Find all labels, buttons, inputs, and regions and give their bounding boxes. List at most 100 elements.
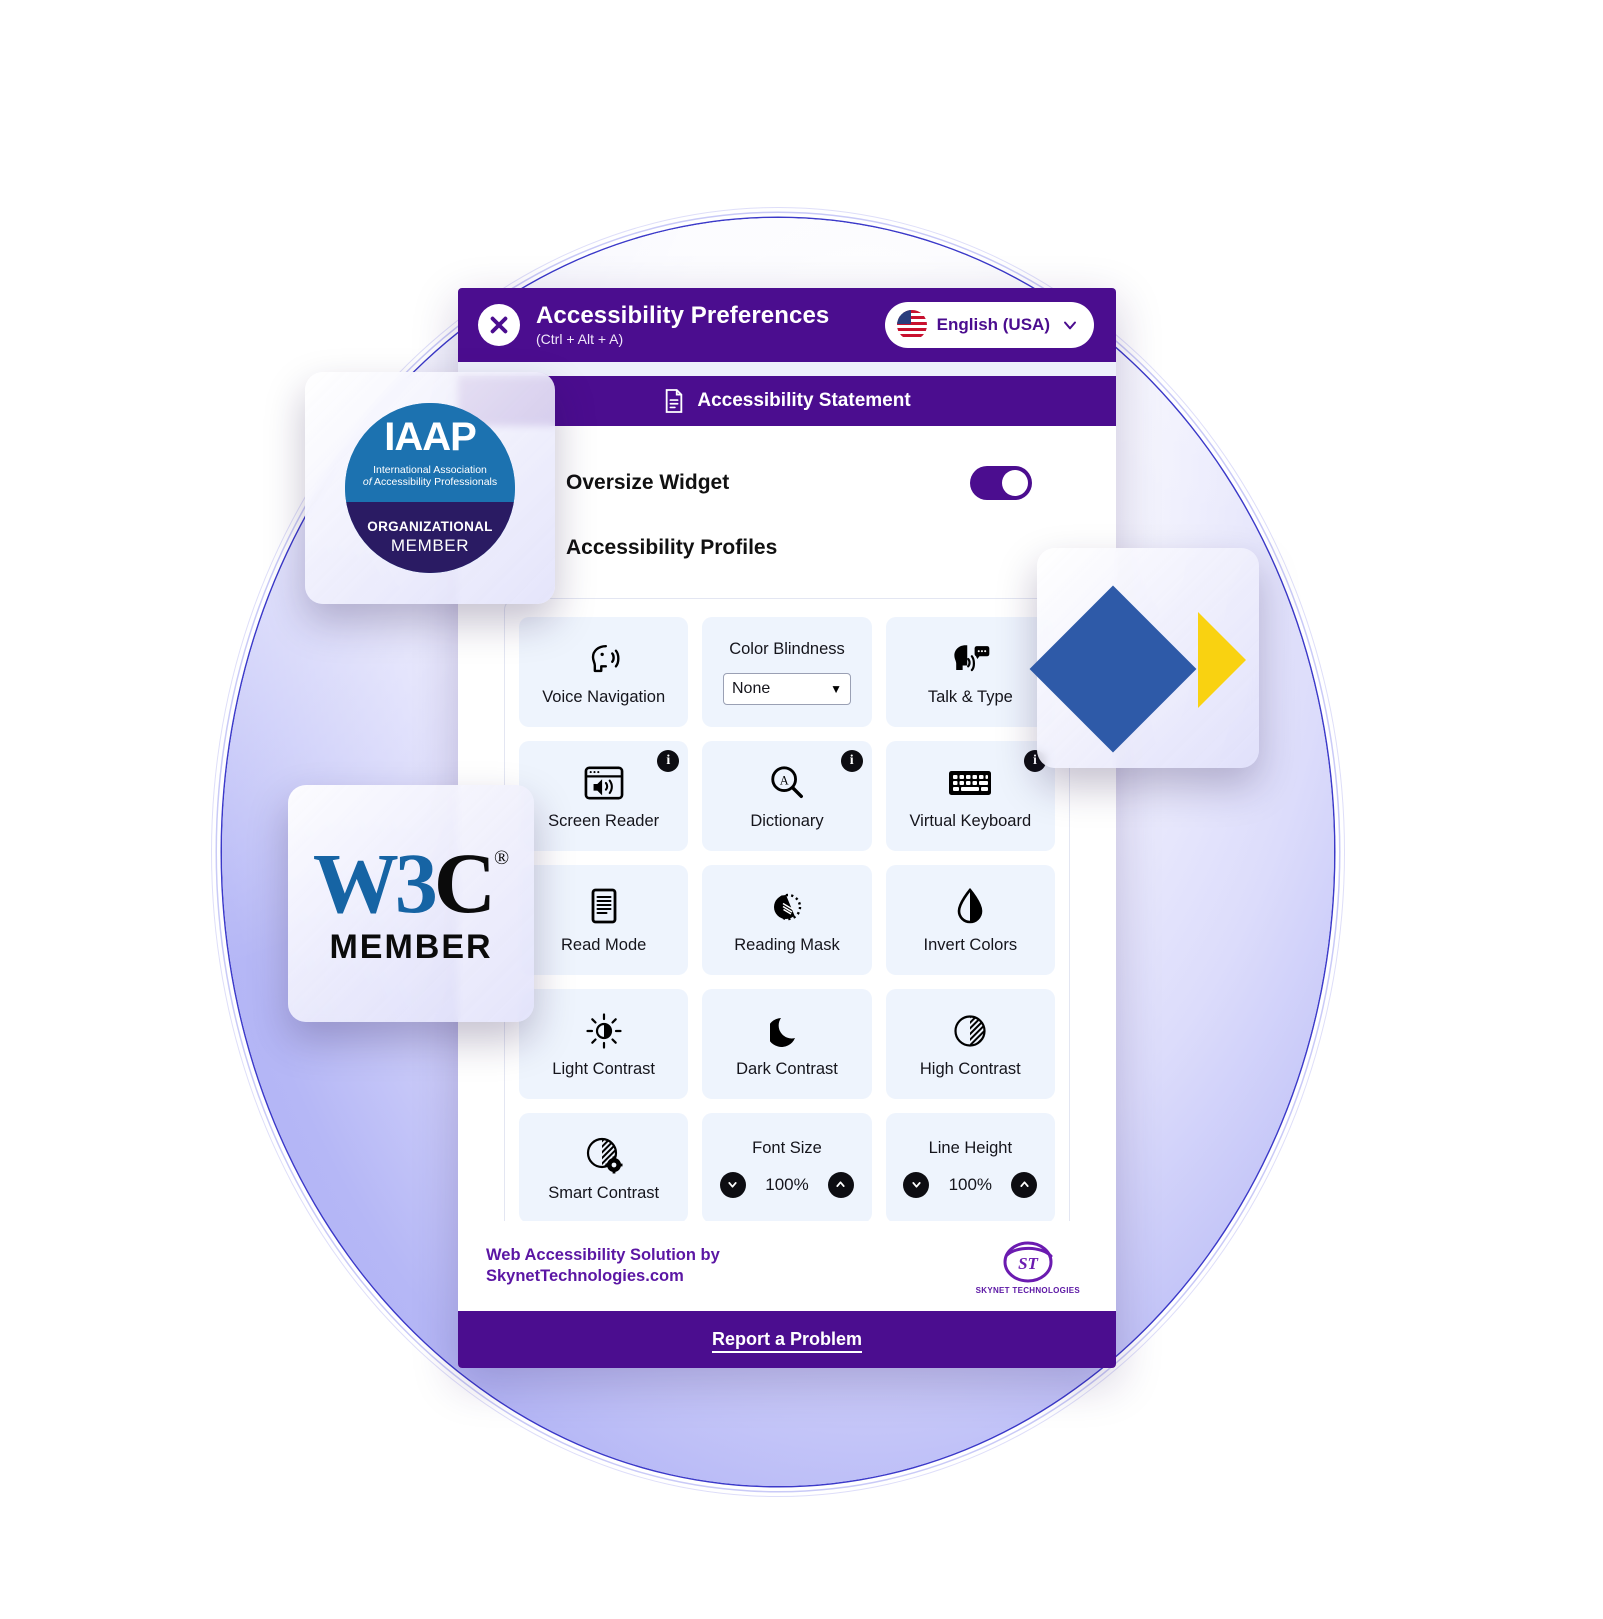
language-label: English (USA) bbox=[936, 315, 1050, 334]
caret-down-icon: ▼ bbox=[830, 681, 842, 696]
color-blindness-value: None bbox=[731, 679, 771, 697]
accessibility-widget-panel: Accessibility Preferences (Ctrl + Alt + … bbox=[458, 288, 1116, 1368]
skynet-logo: ST SKYNET TECHNOLOGIES bbox=[976, 1238, 1080, 1295]
iaap-top-section: IAAP International Association of Access… bbox=[345, 403, 515, 502]
tile-font-size[interactable]: Font Size 100% bbox=[702, 1113, 872, 1222]
read-mode-page-icon bbox=[588, 886, 620, 928]
tile-label: Dictionary bbox=[750, 811, 824, 830]
tile-voice-navigation[interactable]: Voice Navigation bbox=[519, 617, 689, 727]
moon-icon bbox=[769, 1010, 804, 1052]
oversize-widget-row: Oversize Widget bbox=[458, 426, 1116, 500]
chevron-down-icon bbox=[1060, 315, 1080, 335]
oversize-widget-toggle[interactable] bbox=[970, 466, 1032, 500]
tile-label: Invert Colors bbox=[923, 935, 1018, 954]
info-icon[interactable]: i bbox=[840, 750, 863, 772]
screen-reader-icon bbox=[583, 762, 625, 804]
tile-label: Screen Reader bbox=[548, 811, 660, 830]
tile-label: Dark Contrast bbox=[736, 1059, 838, 1078]
iaap-circle: IAAP International Association of Access… bbox=[345, 403, 515, 573]
accessibility-statement-button[interactable]: Accessibility Statement bbox=[458, 376, 1116, 426]
footer-credit-line1: Web Accessibility Solution by bbox=[486, 1245, 720, 1264]
iaap-member-text: MEMBER bbox=[390, 536, 470, 555]
report-a-problem-label: Report a Problem bbox=[711, 1329, 863, 1349]
usa-flag-icon bbox=[896, 310, 927, 340]
tile-smart-contrast[interactable]: Smart Contrast bbox=[519, 1113, 689, 1222]
document-icon bbox=[666, 389, 683, 413]
panel-body: Oversize Widget Accessibility Profiles V… bbox=[458, 426, 1116, 1223]
invert-colors-drop-icon bbox=[955, 886, 985, 928]
language-selector[interactable]: English (USA) bbox=[884, 302, 1094, 348]
tile-invert-colors[interactable]: Invert Colors bbox=[885, 865, 1055, 975]
tile-label: Voice Navigation bbox=[542, 687, 666, 706]
talk-type-head-icon bbox=[947, 638, 993, 680]
font-size-value: 100% bbox=[765, 1174, 809, 1194]
tile-high-contrast[interactable]: High Contrast bbox=[885, 989, 1055, 1099]
keyboard-icon bbox=[947, 762, 993, 804]
blue-square-yellow-triangle-logo bbox=[1029, 558, 1248, 758]
accessibility-statement-label: Accessibility Statement bbox=[697, 390, 911, 411]
tile-label: Virtual Keyboard bbox=[909, 811, 1032, 830]
iaap-subtitle-rest: Accessibility Professionals bbox=[373, 476, 498, 489]
info-icon[interactable]: i bbox=[657, 750, 680, 772]
font-size-decrease-button[interactable] bbox=[719, 1171, 746, 1198]
color-blindness-label: Color Blindness bbox=[729, 639, 845, 658]
screenshot-stage: Accessibility Preferences (Ctrl + Alt + … bbox=[0, 0, 1603, 1619]
iaap-subtitle-line2: of Accessibility Professionals bbox=[363, 476, 497, 488]
font-size-increase-button[interactable] bbox=[827, 1171, 854, 1198]
panel-header: Accessibility Preferences (Ctrl + Alt + … bbox=[458, 288, 1116, 362]
tile-light-contrast[interactable]: Light Contrast bbox=[519, 989, 689, 1099]
font-size-stepper: 100% bbox=[719, 1171, 854, 1198]
w3c-logo: W3 C ® MEMBER bbox=[313, 840, 509, 967]
tile-read-mode[interactable]: Read Mode bbox=[519, 865, 689, 975]
close-x-icon bbox=[490, 316, 508, 334]
tile-label: Light Contrast bbox=[552, 1059, 656, 1078]
iaap-org-text: ORGANIZATIONAL bbox=[367, 519, 493, 534]
tile-virtual-keyboard[interactable]: i Virtual Keyboard bbox=[885, 741, 1055, 851]
close-button[interactable] bbox=[478, 304, 520, 346]
w3c-wordmark: W3 C ® bbox=[313, 840, 509, 926]
iaap-bottom-section: ORGANIZATIONAL MEMBER bbox=[345, 502, 515, 573]
report-a-problem-button[interactable]: Report a Problem bbox=[458, 1311, 1116, 1368]
tile-dictionary[interactable]: i A Dictionary bbox=[702, 741, 872, 851]
tile-label: Talk & Type bbox=[927, 687, 1013, 706]
panel-footer: Web Accessibility Solution by SkynetTech… bbox=[458, 1221, 1116, 1311]
tile-line-height[interactable]: Line Height 100% bbox=[885, 1113, 1055, 1222]
tile-reading-mask[interactable]: Reading Mask bbox=[702, 865, 872, 975]
color-blindness-select[interactable]: None ▼ bbox=[722, 672, 851, 705]
w3c-black-part: C bbox=[433, 835, 496, 931]
svg-text:A: A bbox=[780, 773, 789, 787]
tile-talk-and-type[interactable]: Talk & Type bbox=[885, 617, 1055, 727]
line-height-decrease-button[interactable] bbox=[903, 1171, 930, 1198]
tile-color-blindness[interactable]: Color Blindness None ▼ bbox=[702, 617, 872, 727]
tile-label: Reading Mask bbox=[734, 935, 840, 954]
keyboard-shortcut-hint: (Ctrl + Alt + A) bbox=[536, 331, 624, 348]
skynet-logo-mark: ST bbox=[1001, 1238, 1055, 1284]
accessibility-profiles-label: Accessibility Profiles bbox=[566, 536, 778, 559]
header-divider bbox=[458, 362, 1116, 376]
iaap-member-badge: IAAP International Association of Access… bbox=[305, 372, 555, 604]
footer-credit: Web Accessibility Solution by SkynetTech… bbox=[486, 1245, 720, 1287]
skynet-logo-name: SKYNET TECHNOLOGIES bbox=[975, 1285, 1080, 1295]
iaap-wordmark: IAAP bbox=[384, 415, 477, 459]
sun-icon bbox=[585, 1010, 623, 1052]
high-contrast-icon bbox=[951, 1010, 989, 1052]
partner-shapes-badge bbox=[1029, 548, 1259, 768]
iaap-subtitle-line1: International Association bbox=[373, 464, 487, 476]
features-grid: Voice Navigation Color Blindness None ▼ bbox=[519, 617, 1055, 1222]
tile-label: Read Mode bbox=[561, 935, 647, 954]
dictionary-search-icon: A bbox=[767, 762, 807, 804]
line-height-label: Line Height bbox=[928, 1138, 1013, 1157]
tile-dark-contrast[interactable]: Dark Contrast bbox=[702, 989, 872, 1099]
tile-label: High Contrast bbox=[919, 1059, 1021, 1078]
tile-screen-reader[interactable]: i Screen Reader bbox=[519, 741, 689, 851]
iaap-subtitle-of: of bbox=[362, 476, 372, 489]
w3c-member-text: MEMBER bbox=[329, 928, 493, 966]
line-height-increase-button[interactable] bbox=[1011, 1171, 1038, 1198]
tile-label: Smart Contrast bbox=[548, 1183, 660, 1202]
header-text-block: Accessibility Preferences (Ctrl + Alt + … bbox=[536, 301, 869, 348]
line-height-value: 100% bbox=[948, 1174, 993, 1194]
smart-contrast-gear-icon bbox=[584, 1134, 624, 1176]
oversize-widget-label: Oversize Widget bbox=[566, 471, 730, 494]
page-title: Accessibility Preferences bbox=[536, 301, 830, 329]
w3c-member-badge: W3 C ® MEMBER bbox=[288, 785, 534, 1022]
